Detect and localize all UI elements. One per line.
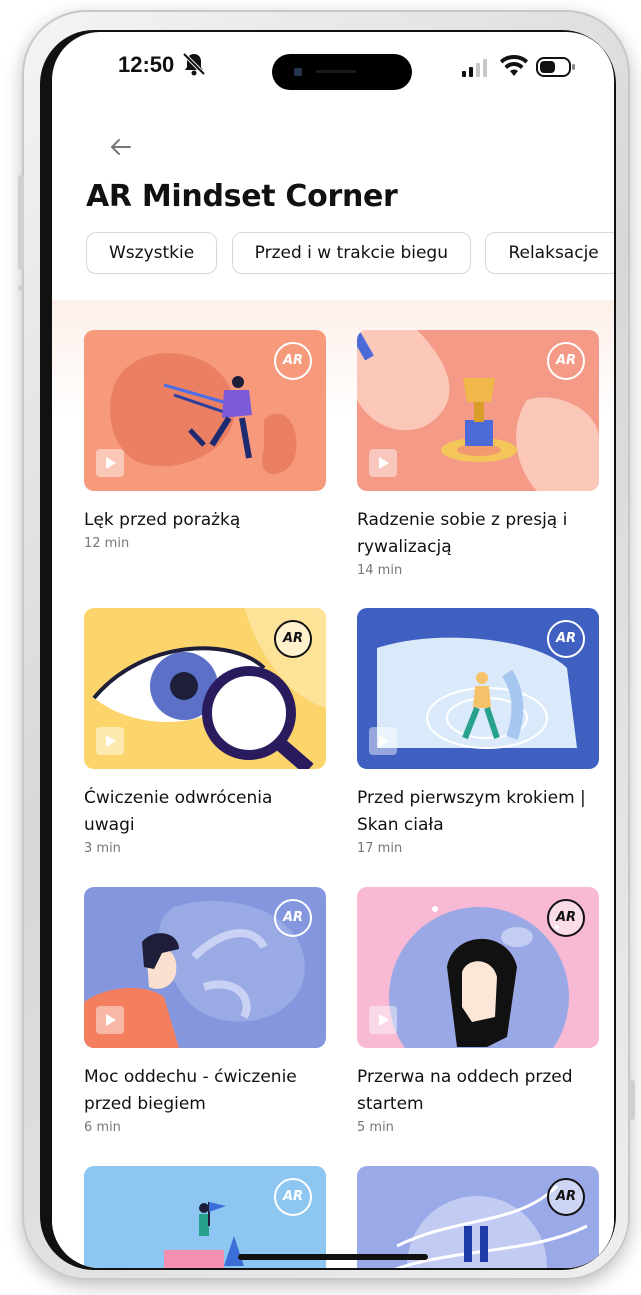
item-title: Przerwa na oddech przed startem	[357, 1067, 573, 1114]
item-title: Lęk przed porażką	[84, 510, 241, 530]
play-icon[interactable]	[96, 1006, 124, 1034]
dynamic-island	[272, 54, 412, 90]
signal-icon	[462, 59, 487, 77]
camera-dot	[294, 68, 302, 76]
list-item[interactable]: AR Lęk przed porażką 12 min	[84, 330, 326, 551]
back-arrow-icon[interactable]	[104, 130, 138, 164]
phone-power-button	[629, 1080, 635, 1120]
item-duration: 6 min	[84, 1120, 121, 1135]
item-duration: 5 min	[357, 1120, 394, 1135]
thumbnail[interactable]: AR	[357, 330, 599, 491]
ar-logo-icon: AR	[547, 899, 585, 937]
thumbnail[interactable]: AR	[84, 608, 326, 769]
ar-logo-icon: AR	[547, 342, 585, 380]
phone-side-button	[18, 285, 24, 291]
status-bar: 12:50	[52, 32, 614, 96]
list-item[interactable]: AR Radzenie sobie z presją i rywalizacją…	[357, 330, 599, 578]
filter-chips: Wszystkie Przed i w trakcie biegu Relaks…	[86, 232, 614, 276]
thumbnail[interactable]: AR	[84, 1166, 326, 1268]
item-title: Przed pierwszym krokiem | Skan ciała	[357, 788, 586, 835]
item-duration: 3 min	[84, 841, 121, 856]
home-indicator[interactable]	[238, 1254, 428, 1260]
thumbnail[interactable]: AR	[84, 887, 326, 1048]
page-title: AR Mindset Corner	[86, 179, 398, 214]
play-icon[interactable]	[369, 727, 397, 755]
item-title: Ćwiczenie odwrócenia uwagi	[84, 788, 273, 835]
filter-chip-relaxation[interactable]: Relaksacje	[485, 232, 614, 274]
play-icon[interactable]	[369, 449, 397, 477]
list-item[interactable]: AR Przed pierwszym krokiem | Skan ciała …	[357, 608, 599, 856]
list-item[interactable]: AR Ćwiczenie odwrócenia uwagi 3 min	[84, 608, 326, 856]
pause-icon[interactable]	[462, 1226, 490, 1262]
wifi-icon	[500, 55, 528, 76]
ar-logo-icon: AR	[547, 620, 585, 658]
thumbnail[interactable]: AR	[84, 330, 326, 491]
list-item[interactable]: AR Przerwa na oddech przed startem 5 min	[357, 887, 599, 1135]
status-time: 12:50	[118, 52, 175, 77]
play-icon[interactable]	[96, 449, 124, 477]
island-sensor	[316, 70, 356, 73]
item-duration: 12 min	[84, 536, 130, 551]
list-item[interactable]: AR Moc oddechu - ćwiczenie przed biegiem…	[84, 887, 326, 1135]
play-icon[interactable]	[369, 1006, 397, 1034]
screen: 12:50 AR Mindset Corner Wszystkie Przed …	[52, 32, 614, 1268]
thumbnail[interactable]: AR	[357, 608, 599, 769]
item-title: Radzenie sobie z presją i rywalizacją	[357, 510, 568, 557]
phone-volume-button	[18, 175, 24, 270]
filter-chip-all[interactable]: Wszystkie	[86, 232, 218, 274]
ar-logo-icon: AR	[274, 620, 312, 658]
list-item[interactable]: AR	[84, 1166, 326, 1268]
thumbnail[interactable]: AR	[357, 887, 599, 1048]
item-duration: 17 min	[357, 841, 403, 856]
ar-logo-icon: AR	[274, 342, 312, 380]
play-icon[interactable]	[96, 727, 124, 755]
item-duration: 14 min	[357, 563, 403, 578]
item-title: Moc oddechu - ćwiczenie przed biegiem	[84, 1067, 297, 1114]
battery-icon	[536, 57, 575, 77]
ar-logo-icon: AR	[274, 1178, 312, 1216]
bell-muted-icon	[182, 52, 206, 76]
ar-logo-icon: AR	[547, 1178, 585, 1216]
ar-logo-icon: AR	[274, 899, 312, 937]
content-list: AR Lęk przed porażką 12 min AR Radzenie …	[52, 300, 614, 1268]
filter-chip-before-during-run[interactable]: Przed i w trakcie biegu	[231, 232, 471, 274]
